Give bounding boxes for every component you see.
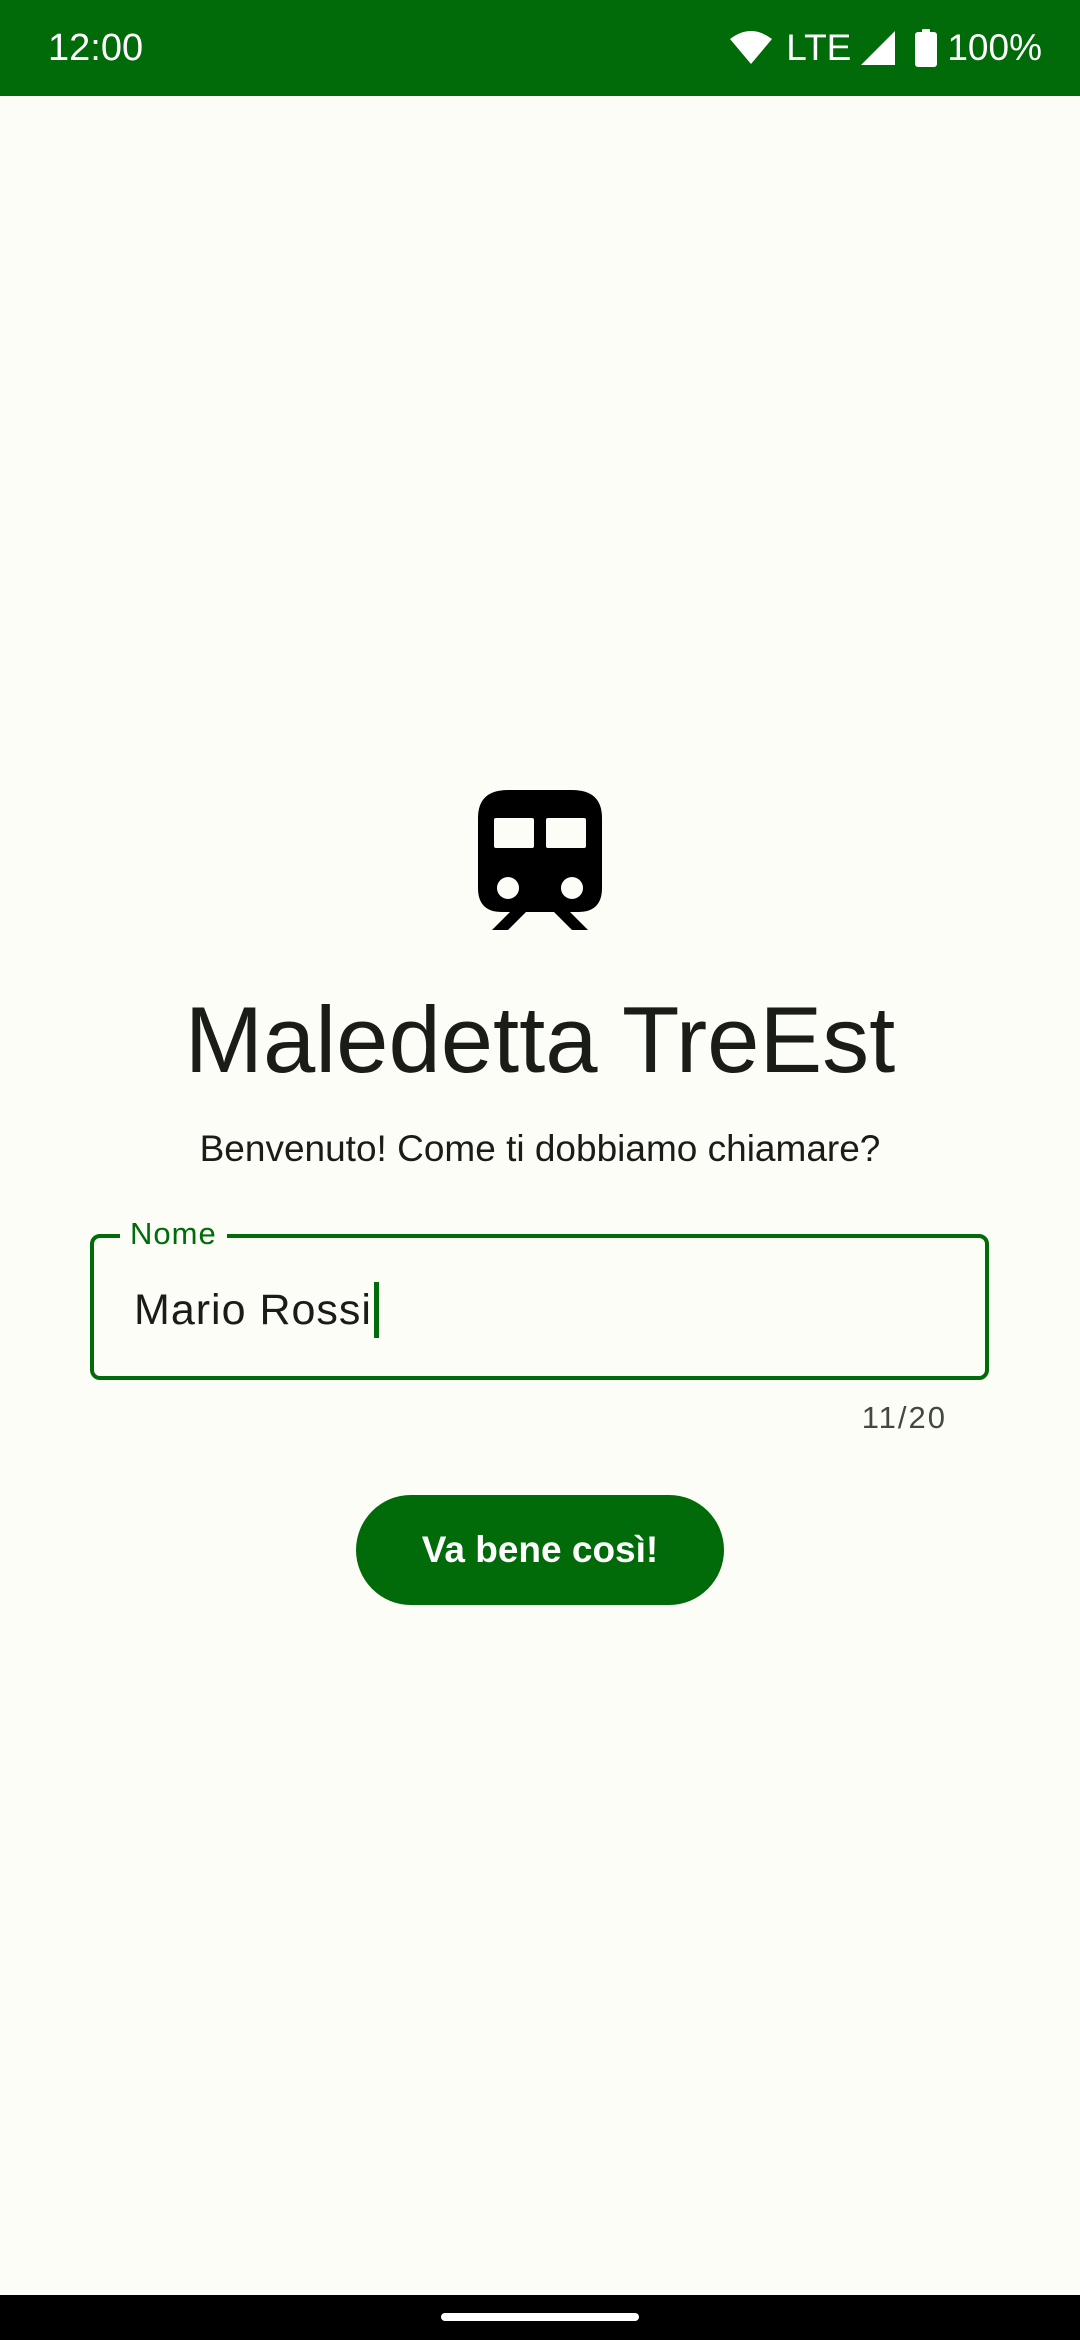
text-cursor [374, 1282, 379, 1338]
signal-icon [861, 31, 896, 65]
welcome-subtitle: Benvenuto! Come ti dobbiamo chiamare? [199, 1128, 881, 1169]
battery-percentage: 100% [947, 27, 1042, 68]
gesture-handle[interactable] [441, 2313, 639, 2321]
name-field-label: Nome [120, 1214, 227, 1254]
name-field-value-row[interactable]: Mario Rossi [134, 1282, 379, 1338]
wifi-icon [730, 31, 773, 65]
onboarding-screen: 12:00 LTE 100% Maledetta TreEst Benvenut… [0, 0, 1080, 2340]
status-indicators: LTE 100% [730, 26, 1042, 70]
confirm-name-button[interactable]: Va bene così! [356, 1495, 724, 1605]
name-input[interactable]: Nome Mario Rossi [90, 1214, 989, 1380]
status-time: 12:00 [48, 27, 144, 69]
character-counter: 11/20 [861, 1400, 947, 1435]
status-bar: 12:00 LTE 100% [0, 0, 1080, 96]
app-title: Maledetta TreEst [184, 987, 896, 1092]
network-type: LTE [786, 27, 852, 68]
battery-icon [915, 29, 938, 67]
name-field-value[interactable]: Mario Rossi [134, 1283, 372, 1337]
navigation-bar [0, 2295, 1080, 2340]
train-icon [478, 788, 602, 930]
